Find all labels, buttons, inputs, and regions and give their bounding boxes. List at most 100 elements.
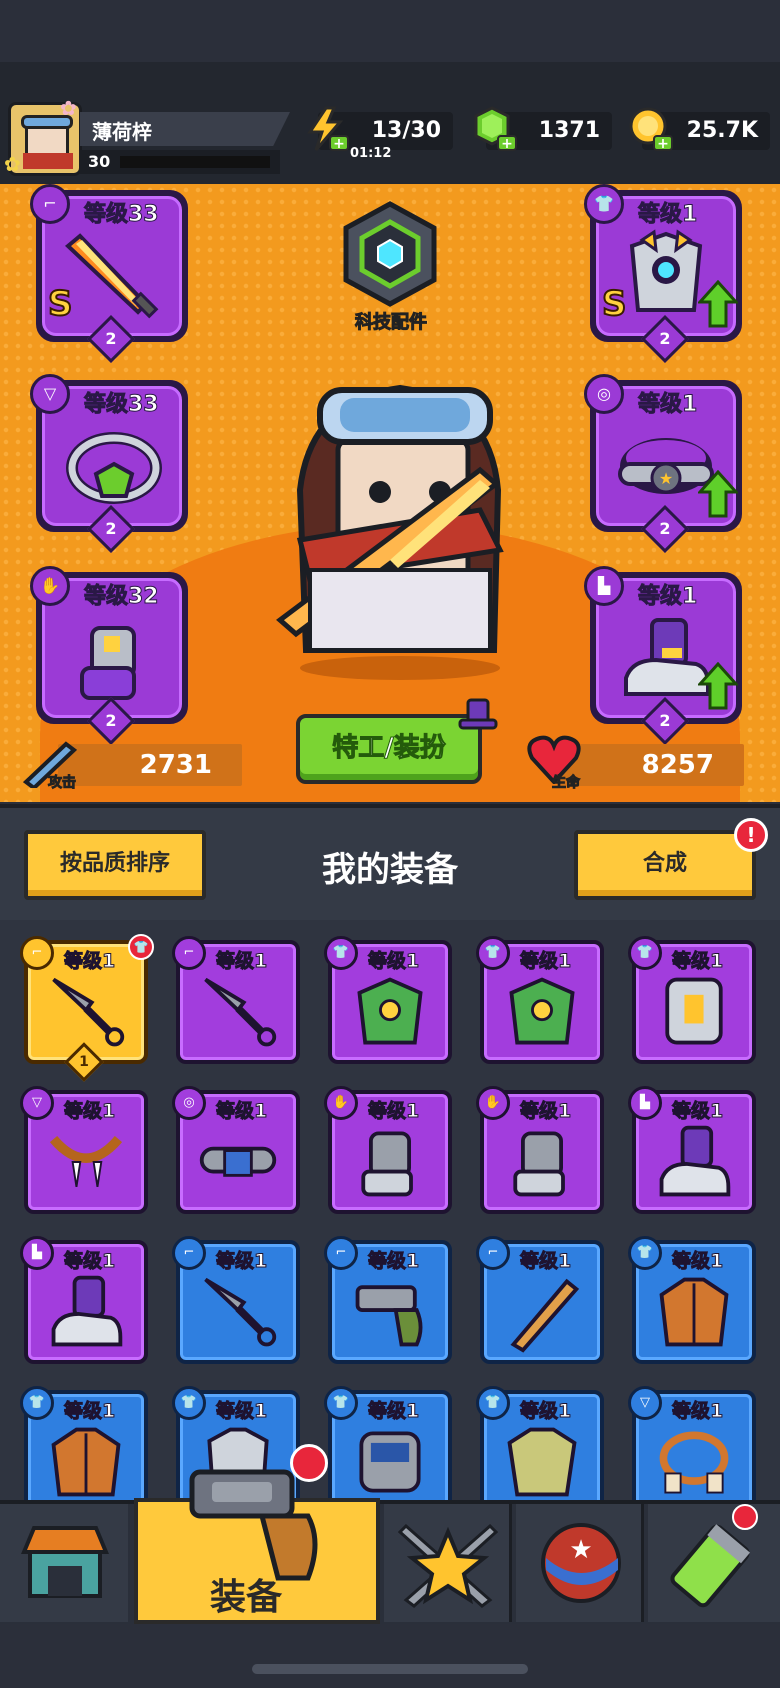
tab-shop[interactable] [0, 1504, 128, 1622]
cactus-armor-icon [357, 977, 423, 1045]
energy-value: 13/30 [371, 118, 441, 143]
upgrade-arrow-icon [698, 662, 738, 710]
inventory-item[interactable]: 👕 等级1 [476, 936, 604, 1064]
inventory-item[interactable]: ▽ 等级1 [20, 1086, 148, 1214]
home-indicator[interactable] [252, 1664, 528, 1674]
tab-challenge[interactable]: ★ [516, 1504, 644, 1622]
necklace-type-icon: ▽ [30, 374, 70, 414]
gem-plus-icon[interactable]: + [472, 106, 518, 152]
coin-counter[interactable]: + 25.7K [629, 107, 770, 152]
inventory-item[interactable]: 👕 等级1 [476, 1386, 604, 1500]
shop-icon [21, 1526, 109, 1598]
slot-boots-level: 等级1 [637, 584, 698, 610]
item-type-icon: 👕 [324, 1386, 358, 1420]
item-type-icon: 👕 [324, 936, 358, 970]
necklace-icon [66, 432, 162, 504]
fang-necklace-icon [49, 1135, 123, 1187]
gem-value: 1371 [538, 118, 600, 143]
item-type-icon: ⌐ [476, 1236, 510, 1270]
new-badge-icon [290, 1444, 328, 1482]
item-level: 等级1 [367, 950, 420, 973]
item-type-icon: 👕 [476, 1386, 510, 1420]
item-type-icon: ⌐ [20, 936, 54, 970]
slot-weapon[interactable]: ⌐ 等级33 S 2 [30, 184, 188, 364]
inventory-item[interactable]: ✋ 等级1 [476, 1086, 604, 1214]
item-level: 等级1 [671, 1250, 724, 1273]
tab-evolution[interactable] [648, 1504, 780, 1622]
item-level: 等级1 [63, 1400, 116, 1423]
item-level: 等级1 [215, 1100, 268, 1123]
bat-icon [510, 1278, 580, 1353]
gem-counter[interactable]: + 1371 [474, 106, 612, 152]
app: ✿ ✿ 薄荷梓 30 + 13/30 01:12 + 1371 + 25.7K … [0, 0, 780, 1688]
inventory-item[interactable]: ⌐ 等级1 [324, 1236, 452, 1364]
item-level: 等级1 [215, 950, 268, 973]
svg-text:+: + [333, 136, 345, 152]
inventory-item[interactable]: ⌐ 等级1 [172, 936, 300, 1064]
flower-icon: ✿ [60, 96, 77, 120]
energy-plus-icon[interactable]: + [304, 106, 350, 152]
inventory-item[interactable]: ▙ 等级1 [20, 1236, 148, 1364]
item-level: 等级1 [671, 950, 724, 973]
inventory-item[interactable]: ✋ 等级1 [324, 1086, 452, 1214]
energy-counter[interactable]: + 13/30 [307, 106, 453, 152]
item-type-icon: ◎ [172, 1086, 206, 1120]
hat-icon [458, 698, 498, 730]
inventory-item[interactable]: ⌐ 等级1 [476, 1236, 604, 1364]
robot-armor-icon [665, 977, 723, 1045]
boots-icon [51, 1275, 123, 1347]
jacket-icon [659, 1277, 729, 1347]
item-level: 等级1 [671, 1100, 724, 1123]
svg-text:+: + [501, 136, 513, 152]
tab-equipment-label: 装备 [210, 1577, 283, 1618]
merge-button[interactable]: 合成 [574, 830, 756, 900]
inventory-item[interactable]: 👕 等级1 [628, 1236, 756, 1364]
belt-icon [199, 1146, 277, 1177]
inventory-item[interactable]: 👕 等级1 [20, 1386, 148, 1500]
sort-by-quality-button[interactable]: 按品质排序 [24, 830, 206, 900]
slot-armor[interactable]: 👕 等级1 S 2 [584, 184, 742, 364]
svg-text:+: + [657, 136, 669, 152]
belt-type-icon: ◎ [584, 374, 624, 414]
tech-accessory-button[interactable]: 科技配件 [340, 200, 440, 340]
sword-icon [64, 233, 159, 319]
inventory-item[interactable]: ◎ 等级1 [172, 1086, 300, 1214]
hero-character [276, 384, 504, 680]
item-level: 等级1 [215, 1250, 268, 1273]
item-level: 等级1 [367, 1400, 420, 1423]
item-type-icon: ✋ [476, 1086, 510, 1120]
slot-belt-level: 等级1 [637, 392, 698, 418]
kunai-icon [204, 1277, 277, 1347]
coin-plus-icon[interactable]: + [628, 106, 674, 152]
my-equipment-title: 我的装备 [322, 850, 458, 890]
attack-label: 攻击 [48, 775, 77, 792]
inventory-item[interactable]: 👕 等级1 [324, 1386, 452, 1500]
hp-label: 生命 [552, 775, 581, 792]
inventory-item[interactable]: ⌐ 等级1 [172, 1236, 300, 1364]
slot-belt[interactable]: ★ ◎ 等级1 2 [584, 374, 742, 554]
costume-button[interactable]: 特工/装扮 [296, 714, 482, 784]
item-level: 等级1 [519, 950, 572, 973]
slot-boots[interactable]: ▙ 等级1 2 [584, 566, 742, 746]
slot-necklace[interactable]: ▽ 等级33 2 [30, 374, 188, 554]
attack-stat: 2731 [58, 744, 242, 786]
boots-type-icon: ▙ [584, 566, 624, 606]
item-level: 等级1 [63, 1100, 116, 1123]
item-type-icon: ✋ [324, 1086, 358, 1120]
item-type-icon: 👕 [476, 936, 510, 970]
slot-glove[interactable]: ✋ 等级32 2 [30, 566, 188, 746]
tech-hexagon-icon [343, 201, 437, 307]
inventory-grid: ⌐ 等级1 👕 1 ⌐ 等级1 👕 等级1 👕 等级1 👕 等级1 ▽ 等级1 ◎ 等级1 ✋ 等级1 ✋ 等级1 ▙ 等… [0, 920, 780, 1500]
inventory-item[interactable]: ▽ 等级1 [628, 1386, 756, 1500]
inventory-item[interactable]: 👕 等级1 [324, 936, 452, 1064]
player-profile[interactable]: ✿ ✿ 薄荷梓 30 [4, 96, 293, 178]
glove-icon [513, 1131, 565, 1197]
hp-value: 8257 [641, 750, 714, 780]
slot-weapon-level: 等级33 [84, 202, 160, 228]
inventory-item[interactable]: ▙ 等级1 [628, 1086, 756, 1214]
inventory-item[interactable]: 👕 等级1 [628, 936, 756, 1064]
inventory-item[interactable]: ⌐ 等级1 👕 1 [20, 934, 154, 1082]
item-type-icon: 👕 [628, 1236, 662, 1270]
revolver-icon [355, 1285, 423, 1347]
tab-talent[interactable] [384, 1504, 512, 1622]
